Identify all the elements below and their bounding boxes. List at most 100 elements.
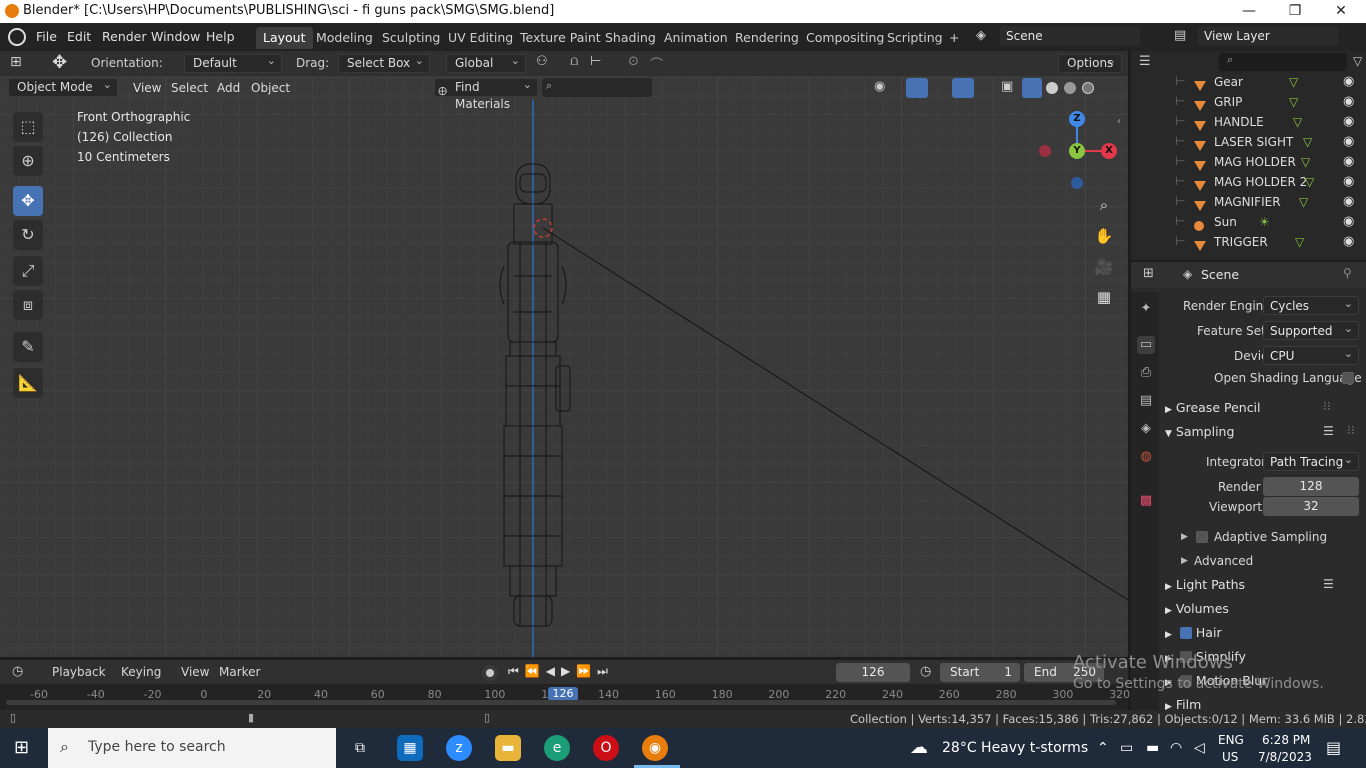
editor-type-icon[interactable]: ⊞ [10, 54, 22, 70]
timeline-scrollbar[interactable] [6, 700, 1116, 705]
task-view-icon[interactable]: ⧉ [347, 735, 373, 761]
rotate-tool[interactable]: ↻ [13, 220, 43, 250]
clock-date[interactable]: 7/8/2023 [1258, 750, 1312, 764]
wifi-icon[interactable]: ◠ [1170, 740, 1182, 756]
hair-panel[interactable]: ▶ Hair [1159, 622, 1366, 644]
record-button[interactable] [482, 665, 498, 681]
drag-handle-icon[interactable]: ⁝⁝ [1347, 423, 1355, 437]
menu-marker[interactable]: Marker [219, 665, 260, 679]
volume-icon[interactable]: ◁ [1194, 740, 1205, 756]
transform-orientation-dropdown[interactable]: Global [446, 52, 526, 73]
gizmo-neg-x[interactable] [1039, 145, 1051, 157]
minimize-button[interactable]: — [1226, 0, 1272, 23]
outliner-row[interactable]: ⊢ Sun ☀ ◉ [1131, 212, 1366, 232]
close-button[interactable]: ✕ [1318, 0, 1364, 23]
grease-pencil-panel[interactable]: ▶ Grease Pencil [1159, 397, 1366, 419]
outliner-row[interactable]: ⊢ TRIGGER ▽ ◉ [1131, 232, 1366, 252]
tab-shading[interactable]: Shading [598, 27, 663, 49]
outliner-row[interactable]: ⊢ MAG HOLDER ▽ ◉ [1131, 152, 1366, 172]
options-dropdown[interactable]: Options [1058, 52, 1122, 73]
menu-window[interactable]: Window [151, 29, 200, 44]
notification-icon[interactable]: ▤ [1326, 738, 1341, 757]
scene-selector[interactable]: Scene [1000, 26, 1140, 46]
outliner-row[interactable]: ⊢ HANDLE ▽ ◉ [1131, 112, 1366, 132]
weather-icon[interactable]: ☁ [910, 737, 928, 758]
hair-checkbox[interactable] [1179, 627, 1192, 639]
meet-now-icon[interactable]: ▭ [1120, 740, 1133, 756]
menu-view[interactable]: View [133, 81, 161, 95]
orientation-dropdown[interactable]: Default [184, 52, 282, 73]
xray-icon[interactable]: ▣ [1001, 79, 1013, 94]
viewport-samples-field[interactable]: 32 [1263, 497, 1359, 516]
integrator-dropdown[interactable]: Path Tracing [1263, 450, 1359, 471]
menu-render[interactable]: Render [102, 29, 147, 44]
advanced-subpanel[interactable]: Advanced [1194, 554, 1253, 568]
properties-editor-icon[interactable]: ⊞ [1143, 266, 1154, 281]
tab-sculpting[interactable]: Sculpting [375, 27, 447, 49]
rendered-shading-button[interactable] [1082, 82, 1094, 94]
clock-icon[interactable]: ◷ [920, 664, 931, 679]
visibility-eye-icon[interactable]: ◉ [1343, 232, 1354, 252]
menu-object[interactable]: Object [251, 81, 290, 95]
render-engine-dropdown[interactable]: Cycles [1263, 294, 1359, 315]
menu-add[interactable]: Add [217, 81, 240, 95]
cursor-tool[interactable]: ⊕ [13, 146, 43, 176]
tab-compositing[interactable]: Compositing [799, 27, 891, 49]
snap-icon[interactable]: ⩍ [570, 54, 578, 69]
find-materials-dropdown[interactable]: Find Materials [434, 76, 538, 111]
tab-scripting[interactable]: Scripting [880, 27, 950, 49]
transform-tool[interactable]: ⧈ [13, 290, 43, 320]
language-line1[interactable]: ENG [1218, 733, 1244, 747]
outliner-row[interactable]: ⊢ MAG HOLDER 2 ▽ ◉ [1131, 172, 1366, 192]
gizmo-neg-z[interactable] [1071, 177, 1083, 189]
blender-menu-icon[interactable] [8, 28, 26, 46]
drag-dropdown[interactable]: Select Box [338, 52, 430, 73]
menu-keying[interactable]: Keying [121, 665, 161, 679]
camera-icon[interactable]: 🎥 [1092, 255, 1116, 279]
tab-animation[interactable]: Animation [657, 27, 735, 49]
opera-browser-icon[interactable]: O [593, 735, 619, 761]
overlay-toggle-button[interactable] [952, 78, 974, 98]
view-layer-selector[interactable]: View Layer [1198, 26, 1338, 46]
feature-set-dropdown[interactable]: Supported [1263, 319, 1359, 340]
visibility-eye-icon[interactable]: ◉ [1343, 112, 1354, 132]
outliner-editor-icon[interactable]: ☰ [1139, 54, 1151, 69]
outliner-row[interactable]: ⊢ GRIP ▽ ◉ [1131, 92, 1366, 112]
falloff-icon[interactable]: ⌒ [650, 54, 663, 73]
menu-playback[interactable]: Playback [52, 665, 106, 679]
outliner-row[interactable]: ⊢ LASER SIGHT ▽ ◉ [1131, 132, 1366, 152]
outliner-row[interactable]: ⊢ MAGNIFIER ▽ ◉ [1131, 192, 1366, 212]
current-frame-field[interactable]: 126 [836, 663, 910, 682]
filter-icon[interactable]: ▽ [1353, 54, 1362, 68]
ortho-grid-icon[interactable]: ▦ [1092, 285, 1116, 309]
blender-taskbar-icon[interactable]: ◉ [642, 735, 668, 761]
move-tool[interactable]: ✥ [13, 186, 43, 216]
taskbar-search-input[interactable]: ⌕ Type here to search [48, 728, 336, 768]
pan-hand-icon[interactable]: ✋ [1092, 224, 1116, 248]
visibility-icon[interactable]: ◉ [874, 79, 885, 94]
start-frame-field[interactable]: Start 1 [940, 663, 1020, 682]
tab-uv-editing[interactable]: UV Editing [441, 27, 520, 49]
tab-texture-paint[interactable]: Texture Paint [513, 27, 608, 49]
show-hidden-icons[interactable]: ⌃ [1097, 740, 1109, 756]
playback-controls[interactable]: ⏮⏪◀▶⏩⏭ [508, 664, 614, 679]
menu-help[interactable]: Help [206, 29, 235, 44]
view-layer-icon[interactable]: ▤ [1174, 28, 1186, 43]
texture-tab-icon[interactable]: ▩ [1137, 492, 1155, 510]
annotate-tool[interactable]: ✎ [13, 332, 43, 362]
object-mode-dropdown[interactable]: Object Mode [8, 76, 118, 97]
visibility-eye-icon[interactable]: ◉ [1343, 172, 1354, 192]
tab-rendering[interactable]: Rendering [728, 27, 806, 49]
wireframe-shading-button[interactable] [1022, 78, 1042, 98]
collapsed-icon[interactable]: ▶ [1181, 532, 1188, 542]
tab-modeling[interactable]: Modeling [309, 27, 380, 49]
language-line2[interactable]: US [1222, 750, 1238, 764]
gizmo-z-axis[interactable]: Z [1069, 111, 1085, 127]
presets-icon[interactable]: ☰ [1323, 577, 1334, 591]
collapsed-icon[interactable]: ▶ [1181, 556, 1188, 566]
maximize-button[interactable]: ❐ [1272, 0, 1318, 23]
edge-browser-icon[interactable]: e [544, 735, 570, 761]
tab-layout[interactable]: Layout [256, 27, 313, 49]
pivot-icon[interactable]: ⚇ [536, 54, 548, 69]
visibility-eye-icon[interactable]: ◉ [1343, 152, 1354, 172]
